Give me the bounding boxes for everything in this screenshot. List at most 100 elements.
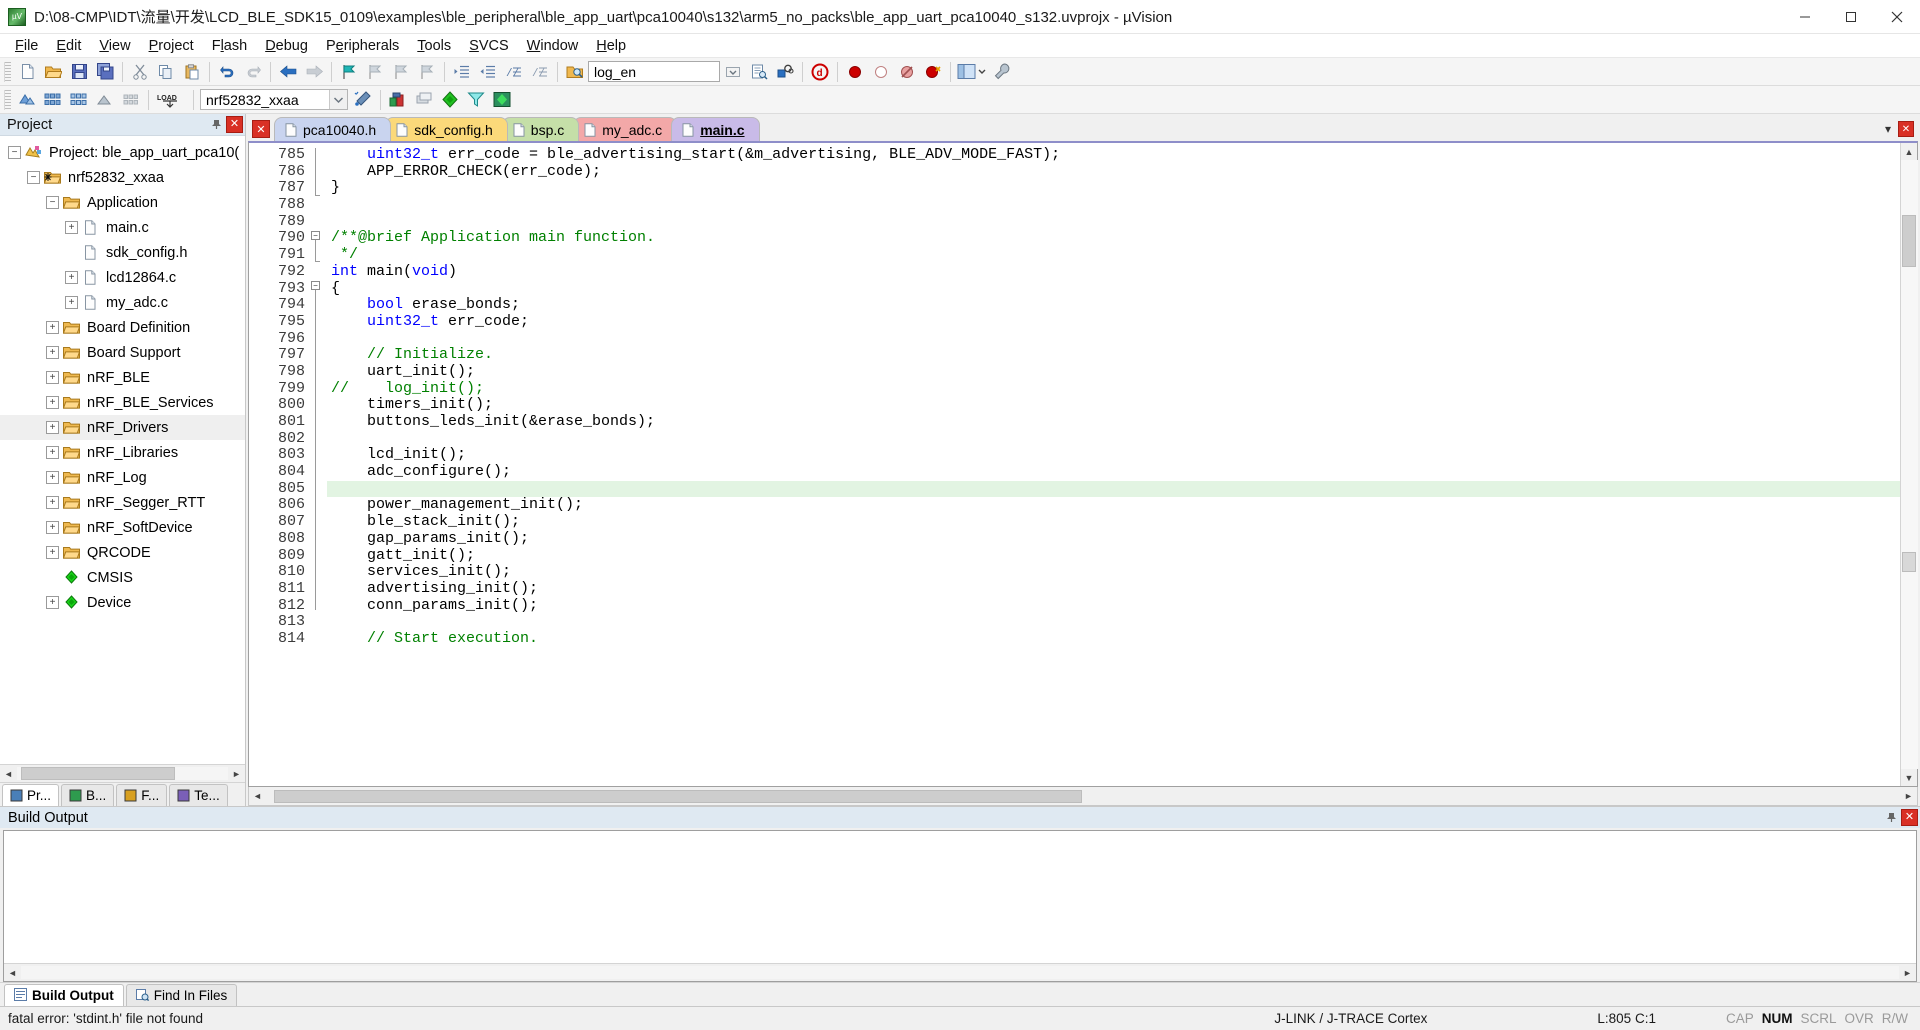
expand-icon[interactable]: + xyxy=(46,321,59,334)
editor-tab-sdk-config-h[interactable]: sdk_config.h xyxy=(385,117,508,141)
minimize-button[interactable] xyxy=(1782,0,1828,34)
close-button[interactable] xyxy=(1874,0,1920,34)
target-options-icon[interactable] xyxy=(350,88,376,112)
tree-item-sdk-config-h[interactable]: sdk_config.h xyxy=(0,240,245,265)
bottom-tab-find-in-files[interactable]: Find In Files xyxy=(125,984,238,1006)
code-line-806[interactable]: power_management_init(); xyxy=(327,497,1900,514)
fold-box-793[interactable]: − xyxy=(311,281,320,290)
scroll-up-icon[interactable]: ▲ xyxy=(1901,143,1918,160)
code-line-808[interactable]: gap_params_init(); xyxy=(327,530,1900,548)
scroll-right-icon[interactable]: ► xyxy=(1899,964,1916,981)
expand-icon[interactable]: + xyxy=(46,396,59,409)
expand-icon[interactable]: + xyxy=(65,271,78,284)
menu-peripherals[interactable]: Peripherals xyxy=(317,36,408,56)
expand-icon[interactable]: + xyxy=(46,521,59,534)
fold-box-790[interactable]: − xyxy=(311,231,320,240)
pack-installer-icon[interactable] xyxy=(437,88,463,112)
scroll-right-icon[interactable]: ► xyxy=(228,765,245,782)
open-file-icon[interactable] xyxy=(40,60,66,84)
code-hscroll-track[interactable] xyxy=(266,789,1900,803)
project-pane-tab-3[interactable]: Te... xyxy=(169,784,228,806)
editor-tab-main-c[interactable]: main.c xyxy=(671,117,760,141)
editor-tab-pca10040-h[interactable]: pca10040.h xyxy=(274,117,392,141)
indent-icon[interactable] xyxy=(449,60,475,84)
new-file-icon[interactable] xyxy=(14,60,40,84)
chevron-down-icon[interactable] xyxy=(329,90,347,109)
menu-edit[interactable]: Edit xyxy=(47,36,90,56)
target-selector[interactable]: nrf52832_xxaa xyxy=(200,89,348,110)
build-target-icon[interactable] xyxy=(40,88,66,112)
code-line-794[interactable]: bool erase_bonds; xyxy=(327,296,1900,314)
scroll-left-icon[interactable]: ◄ xyxy=(249,787,266,805)
debug-session-icon[interactable]: d xyxy=(807,60,833,84)
expand-icon[interactable]: + xyxy=(65,221,78,234)
configuration-wizard-icon[interactable] xyxy=(989,60,1015,84)
tree-item-nrf-ble[interactable]: + nRF_BLE xyxy=(0,365,245,390)
tree-item-device[interactable]: + Device xyxy=(0,590,245,615)
code-line-809[interactable]: gatt_init(); xyxy=(327,547,1900,565)
code-line-811[interactable]: advertising_init(); xyxy=(327,580,1900,598)
menu-flash[interactable]: Flash xyxy=(203,36,256,56)
code-line-787[interactable]: } xyxy=(327,180,1900,197)
collapse-icon[interactable]: − xyxy=(8,146,21,159)
expand-icon[interactable]: + xyxy=(46,546,59,559)
code-line-803[interactable]: lcd_init(); xyxy=(327,447,1900,464)
search-dropdown-button[interactable] xyxy=(720,60,746,84)
code-hscrollbar[interactable]: ◄ ► xyxy=(248,787,1918,806)
translate-file-icon[interactable] xyxy=(14,88,40,112)
tree-item-nrf-log[interactable]: + nRF_Log xyxy=(0,465,245,490)
code-line-799[interactable]: // log_init(); xyxy=(327,380,1900,398)
code-line-800[interactable]: timers_init(); xyxy=(327,397,1900,414)
navigate-back-icon[interactable] xyxy=(275,60,301,84)
code-line-801[interactable]: buttons_leds_init(&erase_bonds); xyxy=(327,413,1900,431)
vscroll-thumb-secondary[interactable] xyxy=(1901,552,1916,572)
tree-item-qrcode[interactable]: + QRCODE xyxy=(0,540,245,565)
tree-item-nrf-segger-rtt[interactable]: + nRF_Segger_RTT xyxy=(0,490,245,515)
scroll-right-icon[interactable]: ► xyxy=(1900,787,1917,805)
pin-icon[interactable] xyxy=(1883,809,1900,826)
tree-item-board-definition[interactable]: + Board Definition xyxy=(0,315,245,340)
search-input[interactable]: log_en xyxy=(588,61,720,82)
code-line-788[interactable] xyxy=(327,197,1900,214)
expand-icon[interactable]: + xyxy=(46,371,59,384)
project-tree-hscrollbar[interactable]: ◄ ► xyxy=(0,764,245,782)
build-output-hscrollbar[interactable]: ◄ ► xyxy=(4,963,1916,981)
code-folding-column[interactable]: − − xyxy=(311,143,327,786)
expand-icon[interactable]: + xyxy=(46,346,59,359)
paste-icon[interactable] xyxy=(179,60,205,84)
bookmark-clear-icon[interactable] xyxy=(414,60,440,84)
comment-icon[interactable]: // xyxy=(501,60,527,84)
code-line-786[interactable]: APP_ERROR_CHECK(err_code); xyxy=(327,163,1900,181)
tree-item-nrf-ble-services[interactable]: + nRF_BLE_Services xyxy=(0,390,245,415)
download-icon[interactable]: LOAD xyxy=(153,88,189,112)
vscroll-track[interactable] xyxy=(1900,160,1918,769)
redo-icon[interactable] xyxy=(240,60,266,84)
menu-svcs[interactable]: SVCS xyxy=(460,36,518,56)
scroll-down-icon[interactable]: ▼ xyxy=(1901,769,1918,786)
tree-item-project-ble-app-uart-pca10[interactable]: − Project: ble_app_uart_pca10( xyxy=(0,140,245,165)
hscroll-track[interactable] xyxy=(17,767,228,780)
tree-item-nrf52832-xxaa[interactable]: − nrf52832_xxaa xyxy=(0,165,245,190)
maximize-button[interactable] xyxy=(1828,0,1874,34)
stop-build-icon[interactable] xyxy=(118,88,144,112)
close-icon[interactable]: ✕ xyxy=(226,116,243,133)
code-line-797[interactable]: // Initialize. xyxy=(327,346,1900,364)
pin-icon[interactable] xyxy=(208,116,225,133)
code-lines[interactable]: uint32_t err_code = ble_advertising_star… xyxy=(327,143,1900,786)
menu-tools[interactable]: Tools xyxy=(408,36,460,56)
navigate-forward-icon[interactable] xyxy=(301,60,327,84)
undo-icon[interactable] xyxy=(214,60,240,84)
expand-icon[interactable]: + xyxy=(46,446,59,459)
editor-tab-bsp-c[interactable]: bsp.c xyxy=(501,117,580,141)
disable-all-breakpoints-icon[interactable] xyxy=(894,60,920,84)
tree-item-cmsis[interactable]: CMSIS xyxy=(0,565,245,590)
menu-view[interactable]: View xyxy=(90,36,139,56)
expand-icon[interactable]: + xyxy=(46,596,59,609)
find-combo[interactable]: log_en xyxy=(588,60,746,84)
code-line-792[interactable]: int main(void) xyxy=(327,263,1900,281)
tree-item-lcd12864-c[interactable]: + lcd12864.c xyxy=(0,265,245,290)
tree-item-application[interactable]: − Application xyxy=(0,190,245,215)
code-line-805[interactable] xyxy=(327,480,1900,498)
expand-icon[interactable]: + xyxy=(65,296,78,309)
find-next-icon[interactable] xyxy=(746,60,772,84)
